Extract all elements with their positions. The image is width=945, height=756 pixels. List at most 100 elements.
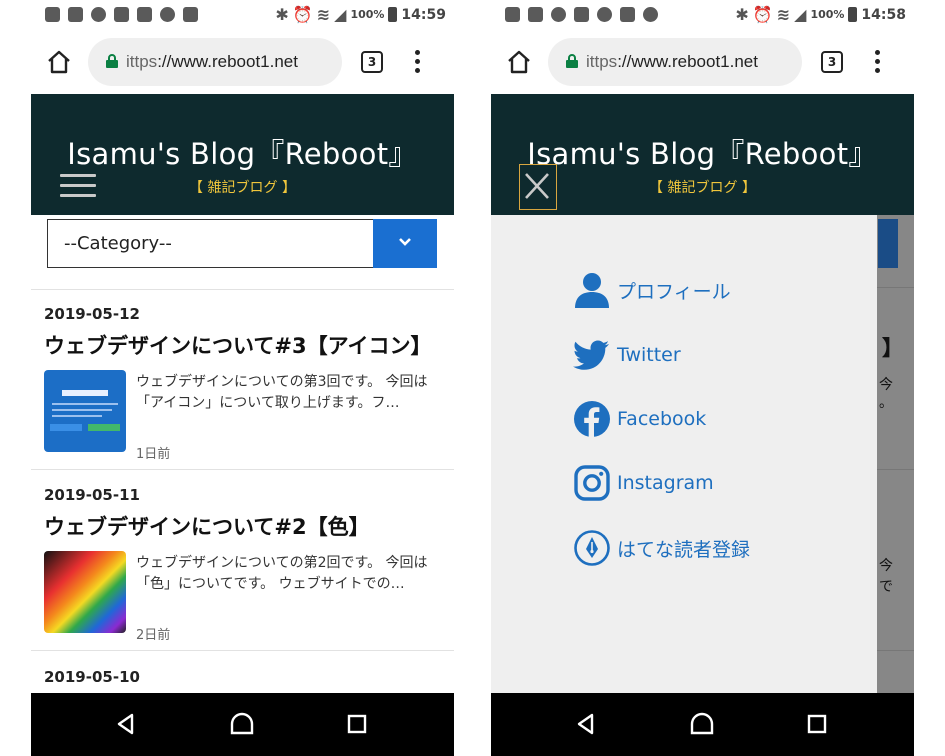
post-thumbnail[interactable] [44,551,126,633]
hamburger-menu-icon[interactable] [60,174,96,198]
browser-notification-icon [643,7,658,22]
drawer-item-hatena[interactable]: はてな読者登録 [573,529,750,567]
battery-icon [388,7,398,22]
signal-icon: ◢ [334,5,347,24]
instagram-icon [574,465,610,501]
status-time: 14:58 [861,6,906,23]
post-title-fragment: 】 [882,336,903,360]
browser-toolbar: ittps://www.reboot1.net 3 [31,34,454,90]
chevron-down-icon [399,238,411,246]
post-excerpt-fragment: 今 [879,377,893,393]
status-bar: ✱ ⏰ ≋ ◢ 100% 14:58 [491,0,914,30]
app-notification-icon [91,7,106,22]
post-excerpt-fragment: で [879,579,893,595]
twitter-icon [573,340,609,370]
app-notification-icon [114,7,129,22]
recents-icon[interactable] [804,711,830,737]
app-notification-icon [597,7,612,22]
message-notification-icon [505,7,520,22]
close-menu-button[interactable] [519,164,557,210]
post-excerpt-fragment: 。 [879,395,893,411]
drawer-item-profile[interactable]: プロフィール [573,271,731,309]
hatena-icon [574,530,610,566]
url-text: ittps://www.reboot1.net [126,52,298,71]
category-dropdown-button [878,219,898,268]
user-icon [575,273,609,308]
tab-switcher-button[interactable]: 3 [821,51,843,73]
drawer-item-label: Instagram [617,472,714,494]
image-notification-icon [137,7,152,22]
signal-icon: ◢ [794,5,807,24]
wifi-icon: ≋ [316,5,331,24]
drawer-item-facebook[interactable]: Facebook [573,400,706,438]
battery-percent: 100% [810,8,845,21]
bluetooth-icon: ✱ [275,5,289,24]
home-icon[interactable] [45,48,73,76]
post-title[interactable]: ウェブデザインについて#2【色】 [44,511,370,541]
drawer-item-twitter[interactable]: Twitter [573,336,681,374]
alarm-icon: ⏰ [292,5,313,24]
lock-icon [106,54,118,68]
phone-screen-right: ✱ ⏰ ≋ ◢ 100% 14:58 ittps://www.reboot1.n… [491,0,914,756]
post-date: 2019-05-11 [44,486,140,504]
divider [31,650,454,651]
close-icon [525,173,549,199]
home-nav-icon[interactable] [229,711,255,737]
url-bar[interactable]: ittps://www.reboot1.net [548,38,802,86]
battery-percent: 100% [350,8,385,21]
post-age: 2日前 [136,628,171,643]
status-time: 14:59 [401,6,446,23]
download-notification-icon [528,7,543,22]
post-age: 1日前 [136,447,171,462]
app-notification-icon [160,7,175,22]
post-date: 2019-05-10 [44,668,140,686]
alarm-icon: ⏰ [752,5,773,24]
back-icon[interactable] [113,711,139,737]
notification-icons [45,7,198,22]
bluetooth-icon: ✱ [735,5,749,24]
download-notification-icon [68,7,83,22]
browser-menu-icon[interactable] [415,50,421,74]
drawer-item-label: はてな読者登録 [617,538,751,561]
wifi-icon: ≋ [776,5,791,24]
drawer-item-label: Facebook [617,408,707,430]
status-bar: ✱ ⏰ ≋ ◢ 100% 14:59 [31,0,454,30]
lock-icon [566,54,578,68]
post-title[interactable]: ウェブデザインについて#3【アイコン】 [44,330,432,360]
battery-icon [848,7,858,22]
tab-switcher-button[interactable]: 3 [361,51,383,73]
recents-icon[interactable] [344,711,370,737]
post-excerpt-fragment: 今 [879,558,893,574]
notification-icons [505,7,658,22]
post-date: 2019-05-12 [44,305,140,323]
app-notification-icon [551,7,566,22]
app-notification-icon [620,7,635,22]
url-bar[interactable]: ittps://www.reboot1.net [88,38,342,86]
drawer-item-label: Twitter [617,344,681,366]
post-excerpt: ウェブデザインについての第3回です。 今回は「アイコン」について取り上げます。フ… [136,374,428,411]
facebook-icon [574,401,610,437]
category-dropdown-button[interactable] [373,219,437,268]
category-select[interactable]: --Category-- [47,219,437,268]
android-nav-bar [491,693,914,756]
drawer-item-instagram[interactable]: Instagram [573,464,714,502]
message-notification-icon [45,7,60,22]
divider [31,289,454,290]
side-drawer: プロフィール Twitter Facebook Instagram はてな読者登… [491,215,877,693]
category-select-value: --Category-- [64,233,172,254]
site-title[interactable]: Isamu's Blog『Reboot』 [31,131,454,173]
post-thumbnail[interactable] [44,370,126,452]
home-icon[interactable] [505,48,533,76]
site-header: Isamu's Blog『Reboot』 【 雑記ブログ 】 [31,94,454,215]
home-nav-icon[interactable] [689,711,715,737]
url-text: ittps://www.reboot1.net [586,52,758,71]
post-excerpt: ウェブデザインについての第2回です。 今回は「色」についてです。 ウェブサイトで… [136,555,428,592]
android-nav-bar [31,693,454,756]
phone-screen-left: ✱ ⏰ ≋ ◢ 100% 14:59 ittps://www.reboot1.n… [31,0,454,756]
drawer-item-label: プロフィール [617,280,731,303]
app-notification-icon [574,7,589,22]
back-icon[interactable] [573,711,599,737]
browser-menu-icon[interactable] [875,50,881,74]
browser-toolbar: ittps://www.reboot1.net 3 [491,34,914,90]
app-notification-icon [183,7,198,22]
